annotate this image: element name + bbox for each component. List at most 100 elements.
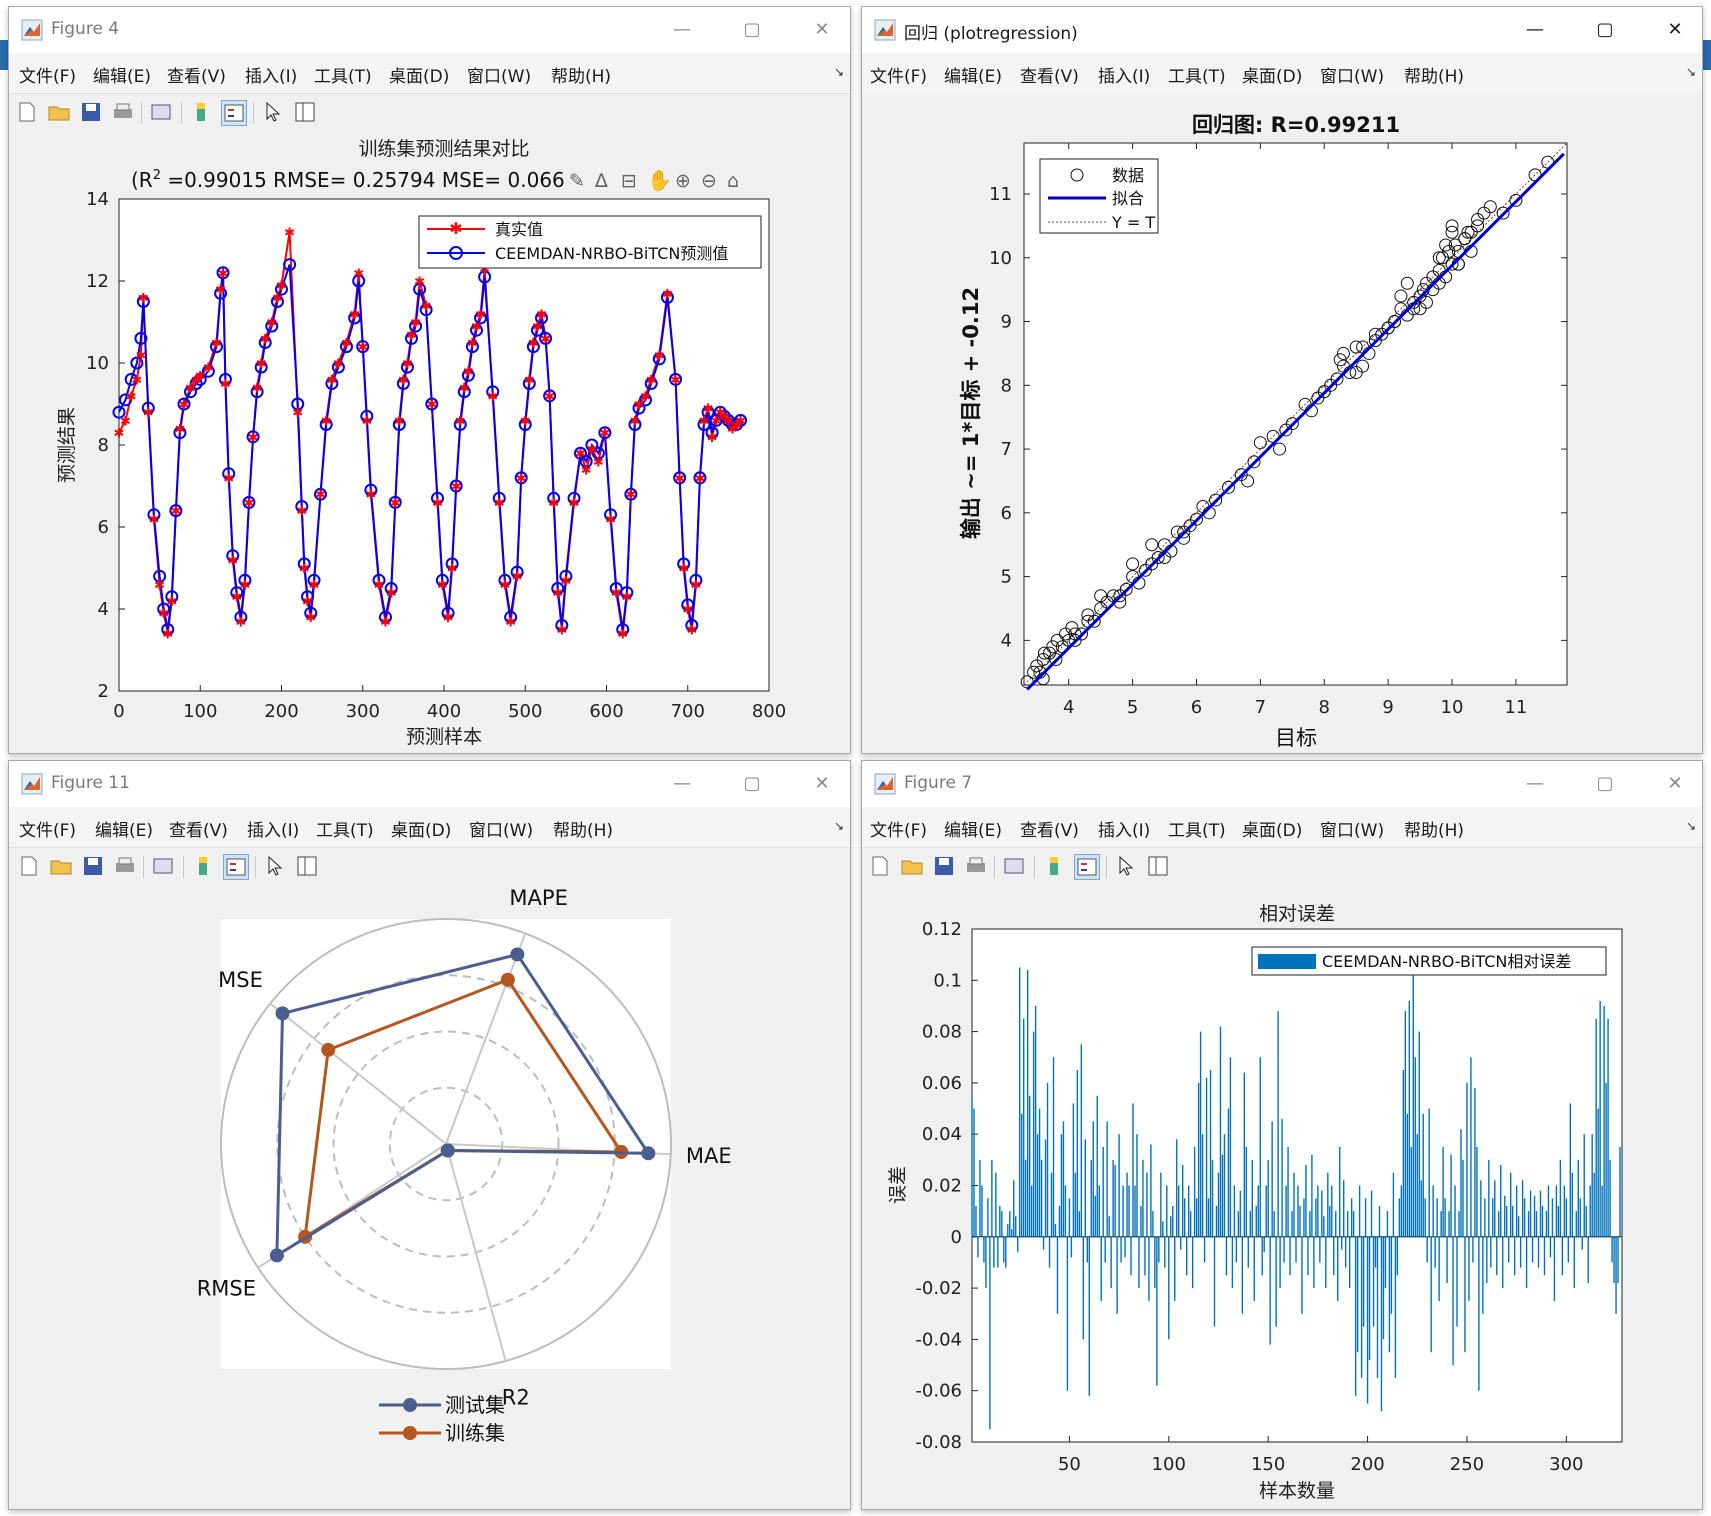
maximize-button[interactable]: ▢ [729, 15, 775, 45]
figure7-window[interactable]: Figure 7 — ▢ ✕ 文件(F) 编辑(E) 查看(V) 插入(I) 工… [861, 760, 1703, 1510]
legend-icon[interactable] [223, 854, 249, 880]
close-button[interactable]: ✕ [799, 769, 845, 799]
dock-arrow-icon[interactable]: ↘ [1686, 819, 1696, 833]
menu-desktop[interactable]: 桌面(D) [391, 816, 451, 841]
figure7-titlebar[interactable]: Figure 7 — ▢ ✕ [862, 761, 1702, 807]
link-plot-icon[interactable] [1002, 854, 1026, 878]
open-file-icon[interactable] [47, 100, 71, 124]
menu-desktop[interactable]: 桌面(D) [389, 62, 449, 87]
legend-icon[interactable] [1074, 854, 1100, 880]
save-icon[interactable] [932, 854, 956, 878]
menu-view[interactable]: 查看(V) [167, 62, 226, 87]
menu-tools[interactable]: 工具(T) [314, 62, 372, 87]
menu-view[interactable]: 查看(V) [169, 816, 228, 841]
menu-help[interactable]: 帮助(H) [1404, 816, 1464, 841]
maximize-button[interactable]: ▢ [1582, 769, 1628, 799]
menu-tools[interactable]: 工具(T) [1168, 816, 1226, 841]
menu-file[interactable]: 文件(F) [870, 62, 927, 87]
menu-view[interactable]: 查看(V) [1020, 62, 1079, 87]
zoom-in-icon[interactable]: ⊕ [675, 170, 691, 192]
regression-legend[interactable]: 数据 拟合 Y = T [1039, 158, 1159, 234]
figure4-legend[interactable]: ✱ 真实值 CEEMDAN-NRBO-BiTCN预测值 [418, 215, 762, 269]
minimize-button[interactable]: — [1512, 769, 1558, 799]
menu-edit[interactable]: 编辑(E) [944, 62, 1002, 87]
dock-arrow-icon[interactable]: ↘ [834, 819, 844, 833]
maximize-button[interactable]: ▢ [729, 769, 775, 799]
new-figure-icon[interactable] [15, 100, 39, 124]
regression-titlebar[interactable]: 回归 (plotregression) — ▢ ✕ [862, 7, 1702, 53]
error-legend[interactable]: CEEMDAN-NRBO-BiTCN相对误差 [1251, 946, 1607, 976]
menu-file[interactable]: 文件(F) [870, 816, 927, 841]
radar-legend[interactable]: 测试集 训练集 [379, 1393, 505, 1445]
save-icon[interactable] [81, 854, 105, 878]
menu-window[interactable]: 窗口(W) [1320, 816, 1384, 841]
open-file-icon[interactable] [900, 854, 924, 878]
menu-edit[interactable]: 编辑(E) [944, 816, 1002, 841]
colorbar-icon[interactable] [191, 854, 215, 878]
menu-insert[interactable]: 插入(I) [247, 816, 299, 841]
error-bar [1009, 1211, 1011, 1237]
legend-icon[interactable] [221, 100, 247, 126]
menu-help[interactable]: 帮助(H) [1404, 62, 1464, 87]
minimize-button[interactable]: — [1512, 15, 1558, 45]
property-inspector-icon[interactable] [293, 100, 317, 124]
true-point: ✱ [694, 472, 705, 487]
save-icon[interactable] [79, 100, 103, 124]
maximize-button[interactable]: ▢ [1582, 15, 1628, 45]
close-button[interactable]: ✕ [1652, 15, 1698, 45]
open-file-icon[interactable] [49, 854, 73, 878]
figure11-window[interactable]: Figure 11 — ▢ ✕ 文件(F) 编辑(E) 查看(V) 插入(I) … [8, 760, 851, 1510]
figure4-window[interactable]: Figure 4 — ▢ ✕ 文件(F) 编辑(E) 查看(V) 插入(I) 工… [8, 6, 851, 754]
menu-help[interactable]: 帮助(H) [551, 62, 611, 87]
menu-file[interactable]: 文件(F) [19, 62, 76, 87]
menu-edit[interactable]: 编辑(E) [95, 816, 153, 841]
menu-insert[interactable]: 插入(I) [245, 62, 297, 87]
menu-window[interactable]: 窗口(W) [467, 62, 531, 87]
true-point: ✱ [203, 361, 214, 376]
menu-desktop[interactable]: 桌面(D) [1242, 816, 1302, 841]
data-tip-icon[interactable]: ∆ [594, 170, 608, 192]
home-icon[interactable]: ⌂ [727, 170, 739, 192]
dock-arrow-icon[interactable]: ↘ [834, 65, 844, 79]
menu-file[interactable]: 文件(F) [19, 816, 76, 841]
close-button[interactable]: ✕ [1652, 769, 1698, 799]
brush-icon[interactable]: ✎ [569, 170, 585, 192]
menu-desktop[interactable]: 桌面(D) [1242, 62, 1302, 87]
pointer-icon[interactable] [1114, 854, 1138, 878]
radar-point [500, 972, 515, 987]
restore-view-icon[interactable]: ⊟ [621, 170, 637, 192]
property-inspector-icon[interactable] [1146, 854, 1170, 878]
pointer-icon[interactable] [263, 854, 287, 878]
radar-axis-label: MSE [218, 968, 263, 992]
menu-tools[interactable]: 工具(T) [1168, 62, 1226, 87]
property-inspector-icon[interactable] [295, 854, 319, 878]
menu-edit[interactable]: 编辑(E) [93, 62, 151, 87]
figure4-titlebar[interactable]: Figure 4 — ▢ ✕ [9, 7, 850, 53]
menu-window[interactable]: 窗口(W) [1320, 62, 1384, 87]
menu-view[interactable]: 查看(V) [1020, 816, 1079, 841]
menu-window[interactable]: 窗口(W) [469, 816, 533, 841]
pan-icon[interactable]: ✋ [647, 168, 672, 192]
print-icon[interactable] [964, 854, 988, 878]
new-figure-icon[interactable] [17, 854, 41, 878]
regression-window[interactable]: 回归 (plotregression) — ▢ ✕ 文件(F) 编辑(E) 查看… [861, 6, 1703, 754]
menu-insert[interactable]: 插入(I) [1098, 62, 1150, 87]
zoom-out-icon[interactable]: ⊖ [701, 170, 717, 192]
menu-help[interactable]: 帮助(H) [553, 816, 613, 841]
menu-tools[interactable]: 工具(T) [316, 816, 374, 841]
true-point: ✱ [223, 472, 234, 487]
figure11-titlebar[interactable]: Figure 11 — ▢ ✕ [9, 761, 850, 807]
colorbar-icon[interactable] [1042, 854, 1066, 878]
link-plot-icon[interactable] [151, 854, 175, 878]
minimize-button[interactable]: — [659, 15, 705, 45]
menu-insert[interactable]: 插入(I) [1098, 816, 1150, 841]
print-icon[interactable] [113, 854, 137, 878]
colorbar-icon[interactable] [189, 100, 213, 124]
dock-arrow-icon[interactable]: ↘ [1686, 65, 1696, 79]
print-icon[interactable] [111, 100, 135, 124]
close-button[interactable]: ✕ [799, 15, 845, 45]
link-plot-icon[interactable] [149, 100, 173, 124]
minimize-button[interactable]: — [659, 769, 705, 799]
new-figure-icon[interactable] [868, 854, 892, 878]
pointer-icon[interactable] [261, 100, 285, 124]
